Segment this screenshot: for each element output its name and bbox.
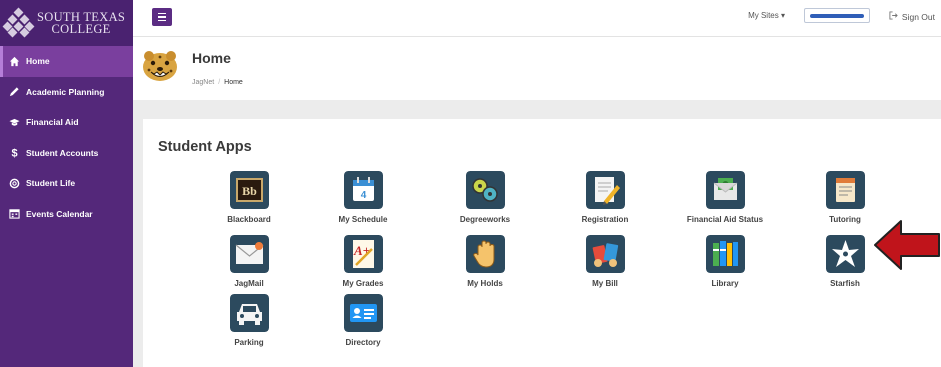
hand-icon: [465, 235, 505, 273]
graduation-cap-icon: [8, 116, 20, 128]
grades-icon: A+: [343, 235, 383, 273]
app-label: Degreeworks: [459, 215, 511, 224]
logo-line2: COLLEGE: [51, 22, 111, 36]
breadcrumb-separator: /: [218, 79, 221, 86]
sidebar-item-label: Academic Planning: [26, 86, 105, 97]
home-icon: [8, 55, 20, 67]
logo-diamond-icon: [2, 7, 35, 38]
user-name-redacted[interactable]: [804, 8, 870, 23]
mail-icon: [229, 235, 269, 273]
tutoring-icon: [825, 171, 865, 209]
sidebar-item-label: Home: [26, 56, 50, 67]
books-icon: [705, 235, 745, 273]
app-library[interactable]: Library: [675, 235, 775, 288]
student-apps-panel: Student Apps Bb Blackboard 4 My Schedule…: [143, 119, 941, 367]
app-label: My Schedule: [338, 215, 388, 224]
pencil-icon: [8, 86, 20, 98]
svg-text:4: 4: [360, 190, 366, 201]
my-sites-dropdown[interactable]: My Sites ▾: [748, 11, 785, 20]
app-label: Library: [711, 279, 739, 288]
sidebar-item-student-accounts[interactable]: $ Student Accounts: [0, 138, 133, 169]
blackboard-icon: Bb: [229, 171, 269, 209]
app-label: Parking: [234, 338, 264, 347]
app-my-bill[interactable]: My Bill: [555, 235, 655, 288]
id-card-icon: [343, 294, 383, 332]
app-label: Financial Aid Status: [686, 215, 764, 224]
app-label: JagMail: [234, 279, 264, 288]
app-my-grades[interactable]: A+ My Grades: [313, 235, 413, 288]
sidebar-item-label: Financial Aid: [26, 117, 79, 128]
sidebar-item-label: Events Calendar: [26, 208, 93, 219]
app-label: Directory: [345, 338, 381, 347]
sidebar-item-label: Student Accounts: [26, 147, 99, 158]
app-financial-aid-status[interactable]: Financial Aid Status: [675, 171, 775, 224]
registration-icon: [585, 171, 625, 209]
app-label: Blackboard: [227, 215, 271, 224]
red-arrow-annotation-icon: [873, 218, 941, 272]
breadcrumb-current: Home: [224, 79, 243, 86]
college-logo[interactable]: SOUTH TEXAS COLLEGE: [0, 0, 133, 46]
breadcrumb: JagNet / Home: [192, 79, 243, 86]
svg-text:Bb: Bb: [242, 184, 257, 198]
app-label: My Bill: [592, 279, 618, 288]
degreeworks-icon: [465, 171, 505, 209]
app-label: Starfish: [830, 279, 860, 288]
svg-text:$: $: [11, 148, 17, 158]
sign-out-icon: [889, 11, 898, 22]
app-my-holds[interactable]: My Holds: [435, 235, 535, 288]
sidebar-item-events-calendar[interactable]: Events Calendar: [0, 199, 133, 230]
breadcrumb-jagnet[interactable]: JagNet: [192, 79, 214, 86]
app-my-schedule[interactable]: 4 My Schedule: [313, 171, 413, 224]
sidebar-item-student-life[interactable]: Student Life: [0, 168, 133, 199]
app-tutoring[interactable]: Tutoring: [795, 171, 895, 224]
calendar-icon: 4: [343, 171, 383, 209]
money-envelope-icon: [705, 171, 745, 209]
starfish-icon: [825, 235, 865, 273]
app-registration[interactable]: Registration: [555, 171, 655, 224]
sidebar-item-academic-planning[interactable]: Academic Planning: [0, 77, 133, 108]
logo-text: SOUTH TEXAS COLLEGE: [37, 11, 125, 36]
sign-out-label: Sign Out: [901, 11, 935, 22]
calendar-icon: [8, 208, 20, 220]
app-label: My Grades: [342, 279, 384, 288]
sign-out-link[interactable]: Sign Out: [889, 11, 935, 22]
jaguar-mascot-icon: [141, 50, 179, 84]
svg-text:A+: A+: [352, 243, 369, 258]
app-directory[interactable]: Directory: [313, 294, 413, 347]
app-label: Registration: [581, 215, 629, 224]
bill-icon: [585, 235, 625, 273]
page-title: Home: [192, 50, 231, 66]
sidebar-item-financial-aid[interactable]: Financial Aid: [0, 107, 133, 138]
sidebar: SOUTH TEXAS COLLEGE Home Academic Planni…: [0, 0, 133, 367]
app-jagmail[interactable]: JagMail: [199, 235, 299, 288]
dollar-icon: $: [8, 147, 20, 159]
sidebar-item-label: Student Life: [26, 178, 76, 189]
top-bar: My Sites ▾ Sign Out: [133, 0, 941, 37]
app-degreeworks[interactable]: Degreeworks: [435, 171, 535, 224]
menu-toggle-button[interactable]: [152, 8, 172, 26]
app-parking[interactable]: Parking: [199, 294, 299, 347]
app-label: My Holds: [467, 279, 503, 288]
app-blackboard[interactable]: Bb Blackboard: [199, 171, 299, 224]
page-header: Home JagNet / Home: [133, 37, 941, 100]
car-icon: [229, 294, 269, 332]
life-ring-icon: [8, 177, 20, 189]
student-apps-title: Student Apps: [158, 139, 252, 155]
sidebar-item-home[interactable]: Home: [0, 46, 133, 77]
